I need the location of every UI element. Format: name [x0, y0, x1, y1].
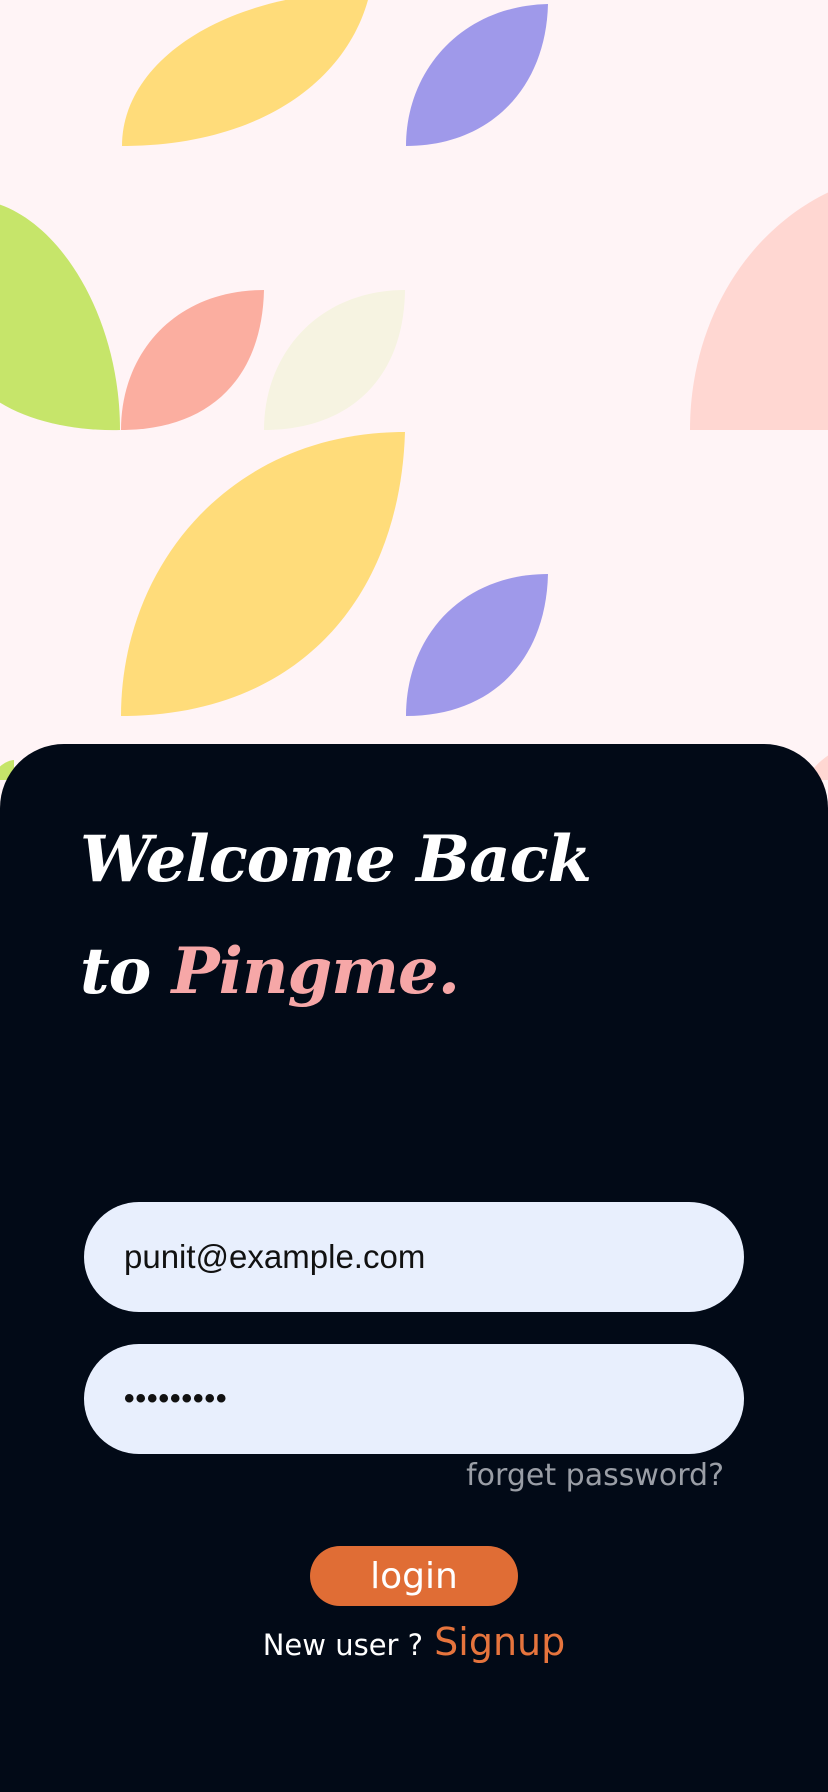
password-field[interactable]: ••••••••• — [84, 1344, 744, 1454]
new-user-label: New user ? — [262, 1628, 424, 1662]
petal-salmon — [121, 290, 264, 430]
petal-peach-right — [690, 192, 828, 430]
welcome-heading-line1: Welcome Back — [80, 822, 592, 897]
welcome-heading: Welcome Back to Pingme. — [80, 804, 592, 1028]
email-field[interactable]: punit@example.com — [84, 1202, 744, 1312]
welcome-heading-line2: to Pingme. — [80, 916, 591, 1028]
petal-cream — [264, 290, 405, 430]
password-value: ••••••••• — [124, 1382, 228, 1415]
login-button[interactable]: login — [310, 1546, 518, 1606]
forget-password-link[interactable]: forget password? — [466, 1458, 724, 1493]
petal-pattern — [0, 0, 828, 780]
signup-row: New user ? Signup — [0, 1620, 828, 1664]
brand-name: Pingme. — [171, 934, 460, 1009]
petal-purple-lower — [406, 574, 548, 716]
welcome-heading-prefix: to — [80, 934, 151, 1009]
petal-yellow-top — [122, 0, 368, 146]
login-card: Welcome Back to Pingme. punit@example.co… — [0, 744, 828, 1792]
email-value: punit@example.com — [124, 1238, 426, 1275]
petal-green-left — [0, 204, 120, 431]
petal-yellow-middle — [121, 432, 405, 716]
signup-link[interactable]: Signup — [434, 1620, 565, 1664]
decorative-background — [0, 0, 828, 780]
petal-purple-top — [406, 4, 548, 146]
